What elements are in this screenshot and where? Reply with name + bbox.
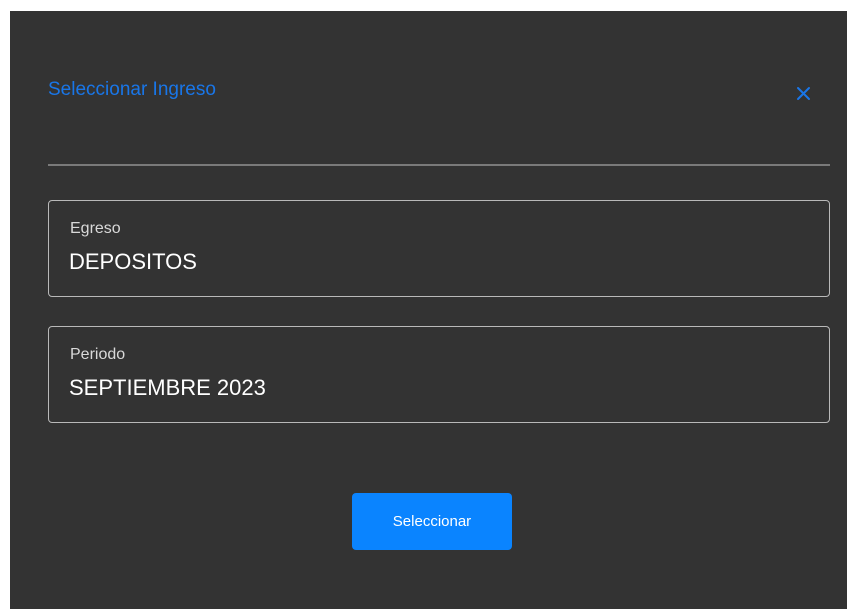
dialog-title: Seleccionar Ingreso (48, 79, 216, 100)
periodo-field-label: Periodo (70, 346, 126, 363)
select-income-dialog: Seleccionar Ingreso Egreso DEPOSITOS Per… (10, 11, 847, 609)
close-icon (792, 81, 816, 105)
egreso-field-label: Egreso (70, 220, 121, 237)
egreso-field-value[interactable]: DEPOSITOS (69, 249, 197, 275)
periodo-field[interactable]: Periodo SEPTIEMBRE 2023 (48, 326, 830, 423)
egreso-field[interactable]: Egreso DEPOSITOS (48, 200, 830, 297)
header-divider (48, 164, 830, 166)
close-button[interactable] (792, 81, 816, 105)
periodo-field-value[interactable]: SEPTIEMBRE 2023 (69, 375, 266, 401)
select-button[interactable]: Seleccionar (352, 493, 512, 550)
